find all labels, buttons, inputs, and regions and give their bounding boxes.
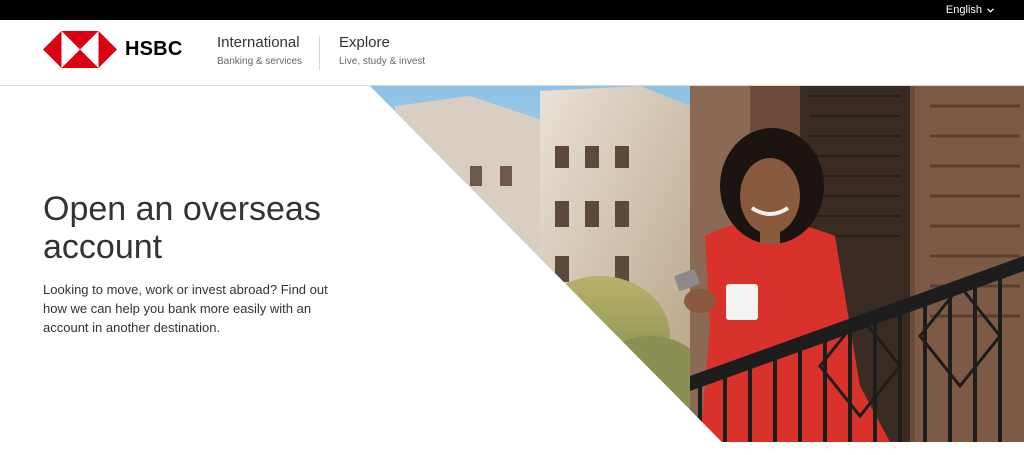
- language-selector[interactable]: English: [946, 0, 994, 20]
- site-header: HSBC International Banking & services Ex…: [0, 20, 1024, 86]
- hsbc-logo[interactable]: HSBC: [43, 31, 182, 68]
- nav-explore-title: Explore: [339, 34, 390, 51]
- chevron-down-icon: [987, 7, 994, 13]
- language-label: English: [945, 4, 982, 16]
- nav-international-title: International: [217, 34, 300, 51]
- top-utility-bar: English: [0, 0, 1024, 20]
- hero-content: Open an overseas account Looking to move…: [43, 190, 343, 337]
- hero-title: Open an overseas account: [43, 190, 321, 266]
- nav-international[interactable]: International Banking & services: [217, 34, 302, 74]
- nav-divider: [319, 36, 320, 70]
- nav-explore[interactable]: Explore Live, study & invest: [339, 34, 425, 74]
- nav-international-subtitle: Banking & services: [217, 56, 303, 67]
- hsbc-hexagon-icon: [43, 31, 117, 68]
- logo-wordmark: HSBC: [125, 38, 183, 60]
- hero-description: Looking to move, work or invest abroad? …: [43, 282, 328, 335]
- hero-banner: Open an overseas account Looking to move…: [0, 86, 1024, 442]
- nav-explore-subtitle: Live, study & invest: [339, 56, 426, 67]
